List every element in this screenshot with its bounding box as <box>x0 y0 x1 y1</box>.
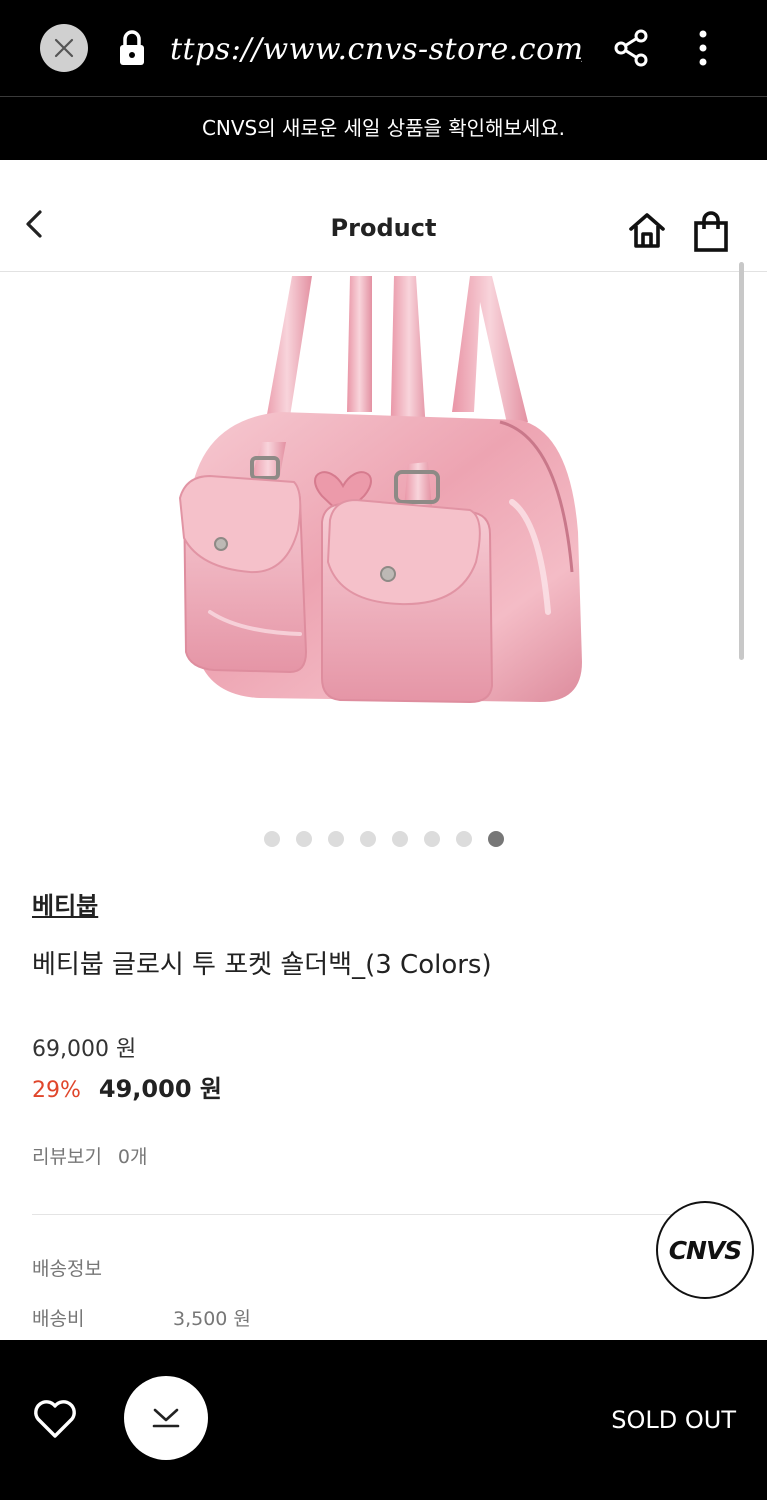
expand-options-button[interactable] <box>124 1376 208 1460</box>
pagination-dot-active[interactable] <box>488 831 504 847</box>
more-vertical-icon[interactable] <box>690 28 716 68</box>
shopping-bag-icon[interactable] <box>692 210 730 254</box>
sale-price-row: 29% 49,000 원 <box>32 1072 222 1106</box>
product-image[interactable] <box>0 272 767 812</box>
pagination-dot[interactable] <box>360 831 376 847</box>
shoulder-bag-image <box>178 276 582 704</box>
chevron-down-icon <box>152 1408 180 1428</box>
close-tab-button[interactable] <box>40 24 88 72</box>
share-icon[interactable] <box>612 28 652 68</box>
cnvs-floating-button[interactable]: CNVS <box>656 1201 754 1299</box>
image-pagination <box>264 831 514 849</box>
heart-icon[interactable] <box>32 1398 78 1440</box>
discount-rate: 29% <box>32 1078 81 1103</box>
pagination-dot[interactable] <box>424 831 440 847</box>
pagination-dot[interactable] <box>392 831 408 847</box>
url-field[interactable]: ttps://www.cnvs-store.com/p <box>170 28 582 72</box>
browser-url-bar: ttps://www.cnvs-store.com/p <box>0 0 767 96</box>
original-price: 69,000 원 <box>32 1037 137 1062</box>
page-scrollbar[interactable] <box>739 262 744 660</box>
shipping-fee-value: 3,500 원 <box>173 1308 251 1330</box>
product-name: 베티붑 글로시 투 포켓 숄더백_(3 Colors) <box>32 950 492 980</box>
pagination-dot[interactable] <box>328 831 344 847</box>
lock-icon <box>120 30 144 65</box>
close-icon <box>54 38 74 58</box>
sold-out-button[interactable]: SOLD OUT <box>560 1402 736 1438</box>
pagination-dot[interactable] <box>296 831 312 847</box>
home-icon[interactable] <box>626 210 668 252</box>
section-divider <box>32 1214 736 1215</box>
pagination-dot[interactable] <box>456 831 472 847</box>
reviews-link[interactable]: 리뷰보기 0개 <box>32 1142 148 1172</box>
reviews-count: 0개 <box>117 1146 148 1168</box>
brand-link[interactable]: 베티붑 <box>32 888 98 924</box>
shipping-info-title: 배송정보 <box>32 1258 102 1280</box>
sale-banner[interactable]: CNVS의 새로운 세일 상품을 확인해보세요. <box>0 96 767 160</box>
shipping-fee-label: 배송비 <box>32 1308 85 1330</box>
sale-price: 49,000 원 <box>98 1075 222 1103</box>
reviews-label: 리뷰보기 <box>32 1146 102 1168</box>
pagination-dot[interactable] <box>264 831 280 847</box>
